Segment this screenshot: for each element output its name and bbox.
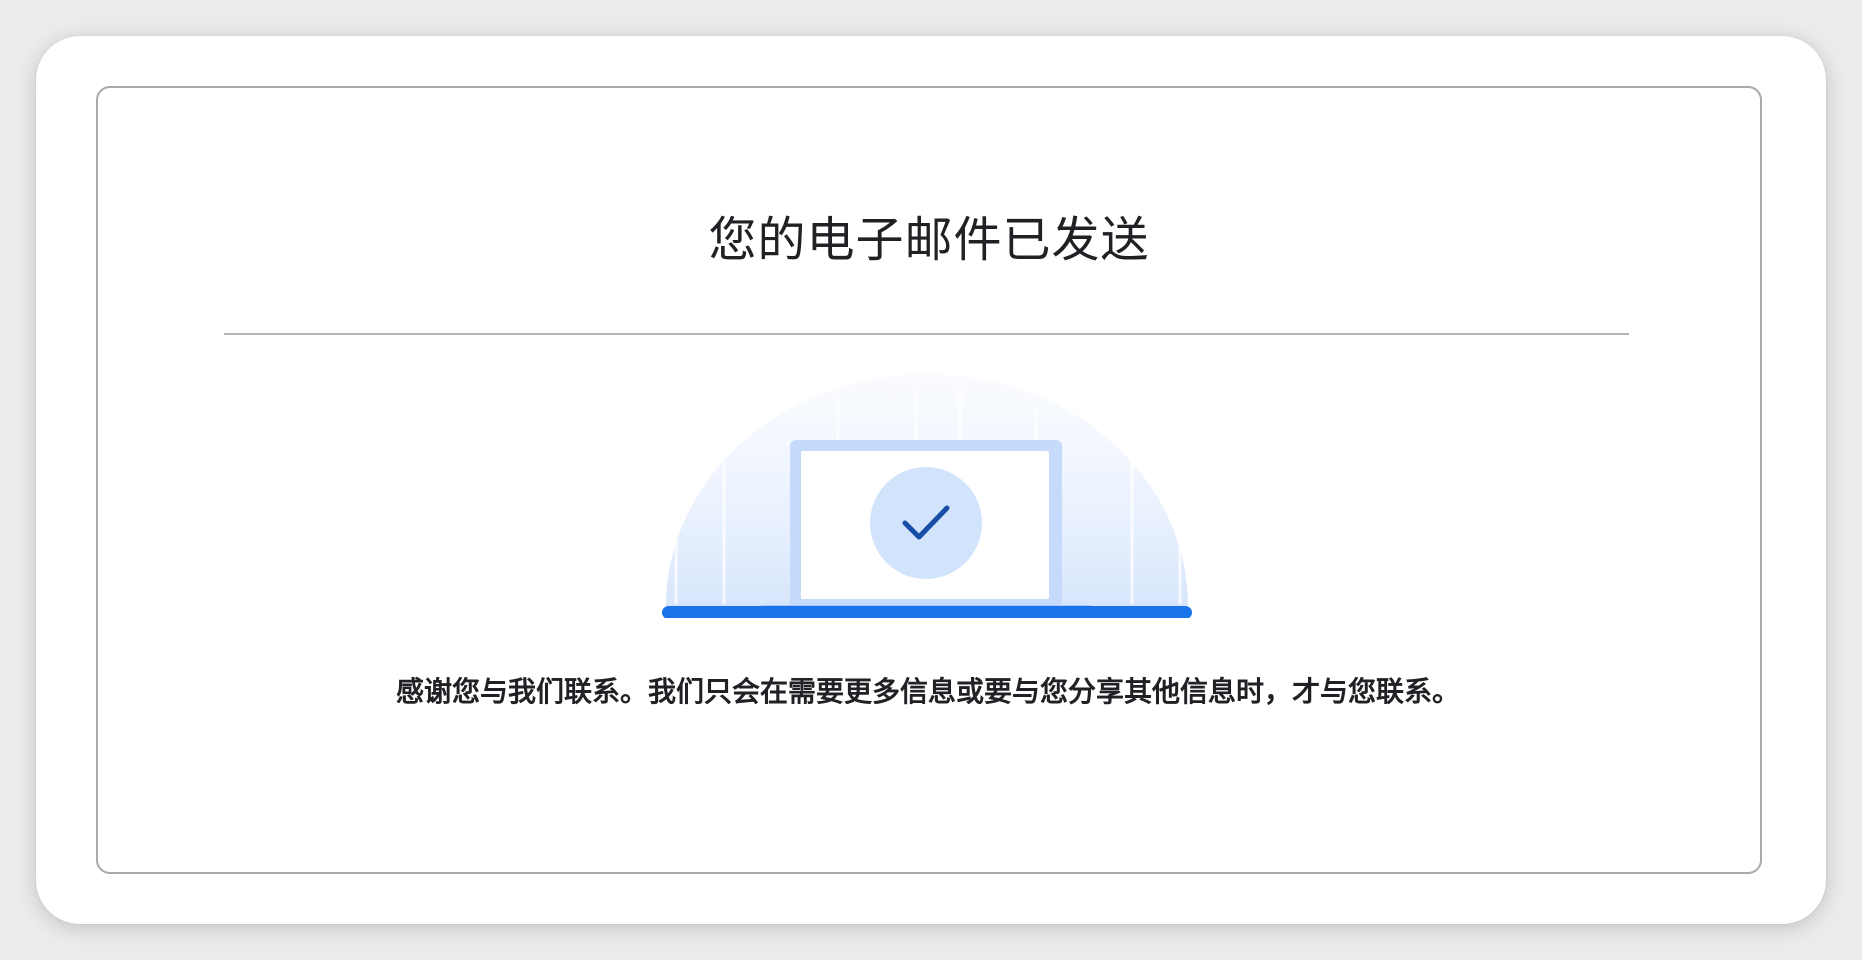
checkmark-icon xyxy=(870,467,982,579)
base-line xyxy=(662,606,1192,619)
page-title: 您的电子邮件已发送 xyxy=(708,212,1150,268)
email-sent-illustration xyxy=(662,368,1192,619)
title-divider xyxy=(224,333,1629,335)
outer-card: 您的电子邮件已发送 感谢您与我们联系。我们只会在需要更多信息或要与您分享其他信息… xyxy=(36,36,1826,924)
confirmation-panel: 您的电子邮件已发送 感谢您与我们联系。我们只会在需要更多信息或要与您分享其他信息… xyxy=(96,86,1762,874)
confirmation-message: 感谢您与我们联系。我们只会在需要更多信息或要与您分享其他信息时，才与您联系。 xyxy=(395,675,1460,708)
